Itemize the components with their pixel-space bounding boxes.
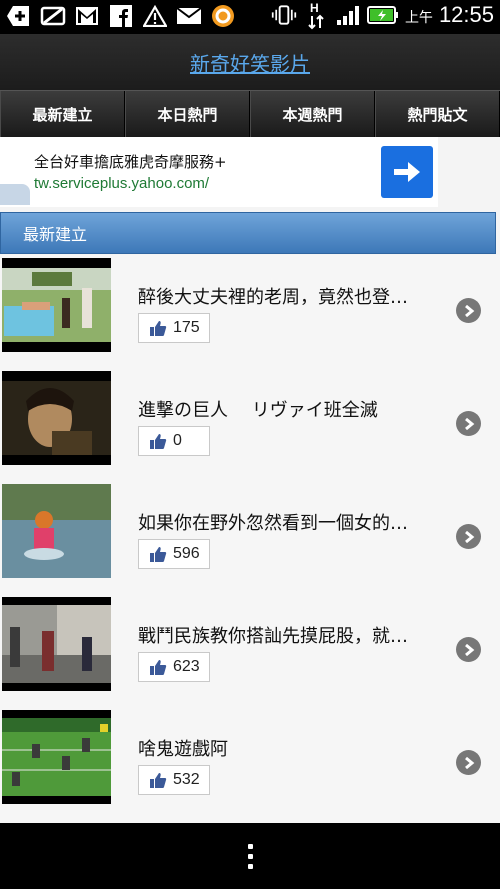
thumbs-up-icon: [150, 433, 167, 449]
like-count: 623: [173, 658, 200, 675]
data-h-icon: H: [303, 1, 329, 30]
nav-tabs: 最新建立 本日熱門 本週熱門 熱門貼文: [0, 90, 500, 137]
arrow-right-icon: [394, 162, 420, 182]
thumbs-up-icon: [150, 320, 167, 336]
svg-text:H: H: [310, 1, 319, 15]
app-header: 新奇好笑影片: [0, 34, 500, 90]
tab-weekly-hot[interactable]: 本週熱門: [250, 91, 375, 137]
ad-content[interactable]: 全台好車擔底雅虎奇摩服務+ tw.serviceplus.yahoo.com/: [0, 137, 438, 207]
chevron-right-icon[interactable]: [456, 750, 481, 775]
app-o-icon: [210, 4, 236, 28]
tab-hot-posts[interactable]: 熱門貼文: [375, 91, 500, 137]
like-counter[interactable]: 175: [138, 313, 210, 343]
ad-url: tw.serviceplus.yahoo.com/: [34, 175, 210, 192]
like-counter[interactable]: 623: [138, 652, 210, 682]
video-thumbnail[interactable]: [2, 371, 111, 465]
video-title[interactable]: 如果你在野外忽然看到一個女的…: [138, 509, 408, 535]
list-item[interactable]: 啥鬼遊戲阿 532: [0, 707, 500, 820]
chevron-right-icon[interactable]: [456, 524, 481, 549]
gmail-icon: [74, 4, 100, 28]
video-thumbnail[interactable]: [2, 597, 111, 691]
vibrate-icon: [271, 3, 297, 27]
chevron-right-icon[interactable]: [456, 411, 481, 436]
thumbs-up-icon: [150, 659, 167, 675]
video-title[interactable]: 進撃の巨人 リヴァイ班全滅: [138, 396, 378, 422]
clock: 12:55: [438, 2, 494, 27]
add-box-icon: [6, 4, 32, 28]
status-bar: H 上午 12:55: [0, 0, 500, 34]
facebook-icon: [108, 4, 134, 28]
list-item[interactable]: 如果你在野外忽然看到一個女的… 596: [0, 481, 500, 594]
video-title[interactable]: 醉後大丈夫裡的老周，竟然也登…: [138, 283, 408, 309]
ad-banner[interactable]: 全台好車擔底雅虎奇摩服務+ tw.serviceplus.yahoo.com/: [0, 137, 500, 212]
video-thumbnail[interactable]: [2, 710, 111, 804]
like-count: 0: [173, 432, 182, 449]
video-list: 醉後大丈夫裡的老周，竟然也登… 175 進撃の巨人 リヴァイ班全滅 0 如果你在…: [0, 255, 500, 823]
no-sim-icon: [40, 4, 66, 28]
ad-go-button[interactable]: [381, 146, 433, 198]
list-item[interactable]: 戰鬥民族教你搭訕先摸屁股，就… 623: [0, 594, 500, 707]
system-status: H 上午 12:55: [271, 1, 494, 30]
like-counter[interactable]: 596: [138, 539, 210, 569]
video-thumbnail[interactable]: [2, 258, 111, 352]
like-counter[interactable]: 532: [138, 765, 210, 795]
video-thumbnail[interactable]: [2, 484, 111, 578]
chevron-right-icon[interactable]: [456, 637, 481, 662]
system-nav-bar: [0, 823, 500, 889]
list-item[interactable]: 進撃の巨人 リヴァイ班全滅 0: [0, 368, 500, 481]
list-item[interactable]: 醉後大丈夫裡的老周，竟然也登… 175: [0, 255, 500, 368]
like-count: 175: [173, 319, 200, 336]
page-title-link[interactable]: 新奇好笑影片: [190, 48, 310, 77]
section-title: 最新建立: [23, 225, 88, 244]
thumbs-up-icon: [150, 772, 167, 788]
thumbs-up-icon: [150, 546, 167, 562]
tab-daily-hot[interactable]: 本日熱門: [125, 91, 250, 137]
video-title[interactable]: 戰鬥民族教你搭訕先摸屁股，就…: [138, 622, 408, 648]
section-header: 最新建立: [0, 212, 496, 254]
overflow-menu-icon[interactable]: [247, 843, 253, 869]
video-title[interactable]: 啥鬼遊戲阿: [138, 735, 228, 761]
like-count: 596: [173, 545, 200, 562]
chevron-right-icon[interactable]: [456, 298, 481, 323]
am-pm-label: 上午: [404, 10, 433, 26]
battery-charging-icon: [366, 3, 399, 27]
wifi-alert-icon: [142, 4, 168, 28]
like-count: 532: [173, 771, 200, 788]
ad-info-icon[interactable]: [0, 184, 30, 205]
tab-newest[interactable]: 最新建立: [0, 91, 125, 137]
signal-icon: [335, 3, 361, 27]
like-counter[interactable]: 0: [138, 426, 210, 456]
mail-icon: [176, 4, 202, 28]
ad-title: 全台好車擔底雅虎奇摩服務+: [34, 153, 227, 171]
notification-icons: [6, 4, 236, 28]
